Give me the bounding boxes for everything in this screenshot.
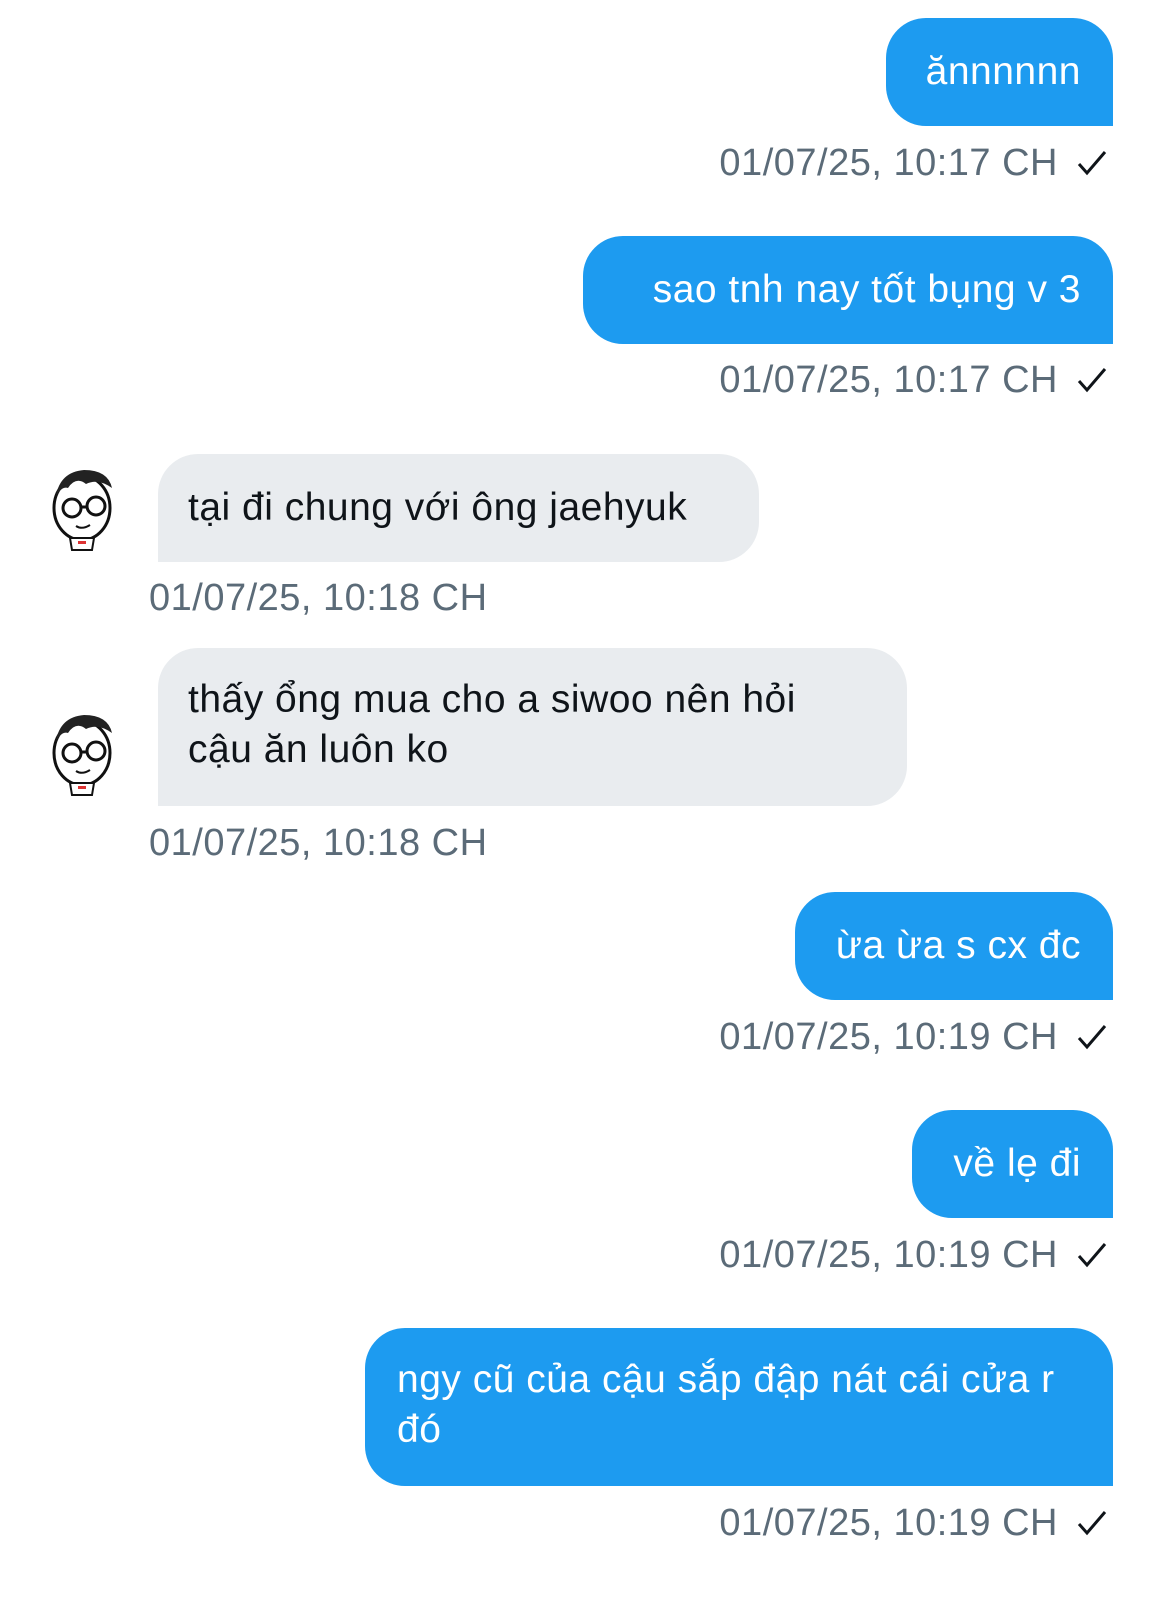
- sent-check-icon: [1076, 1234, 1108, 1280]
- contact-avatar[interactable]: [46, 707, 118, 799]
- message-timestamp: 01/07/25, 10:17 CH: [719, 357, 1108, 405]
- outgoing-message-bubble[interactable]: sao tnh nay tốt bụng v 3: [583, 236, 1113, 344]
- outgoing-message-bubble[interactable]: về lẹ đi: [912, 1110, 1113, 1218]
- message-timestamp: 01/07/25, 10:17 CH: [719, 140, 1108, 188]
- message-text: ừa ừa s cx đc: [835, 924, 1081, 967]
- outgoing-message-bubble[interactable]: ừa ừa s cx đc: [795, 892, 1113, 1000]
- incoming-message-bubble[interactable]: thấy ổng mua cho a siwoo nên hỏi cậu ăn …: [158, 648, 907, 806]
- message-text: về lẹ đi: [953, 1142, 1081, 1185]
- sent-check-icon: [1076, 1016, 1108, 1062]
- incoming-message-bubble[interactable]: tại đi chung với ông jaehyuk: [158, 454, 759, 562]
- message-text: ănnnnnn: [925, 50, 1081, 93]
- message-timestamp: 01/07/25, 10:18 CH: [149, 577, 488, 619]
- outgoing-message-bubble[interactable]: ănnnnnn: [886, 18, 1113, 126]
- message-text: thấy ổng mua cho a siwoo nên hỏi cậu ăn …: [188, 678, 796, 771]
- message-timestamp: 01/07/25, 10:19 CH: [719, 1232, 1108, 1280]
- message-timestamp: 01/07/25, 10:19 CH: [719, 1014, 1108, 1062]
- sent-check-icon: [1076, 1502, 1108, 1548]
- message-text: tại đi chung với ông jaehyuk: [188, 486, 688, 529]
- message-text: sao tnh nay tốt bụng v 3: [652, 268, 1081, 311]
- sent-check-icon: [1076, 142, 1108, 188]
- contact-avatar[interactable]: [46, 462, 118, 554]
- message-text: ngy cũ của cậu sắp đập nát cái cửa r đó: [397, 1358, 1055, 1451]
- outgoing-message-bubble[interactable]: ngy cũ của cậu sắp đập nát cái cửa r đó: [365, 1328, 1113, 1486]
- sent-check-icon: [1076, 359, 1108, 405]
- message-timestamp: 01/07/25, 10:18 CH: [149, 822, 488, 864]
- message-timestamp: 01/07/25, 10:19 CH: [719, 1500, 1108, 1548]
